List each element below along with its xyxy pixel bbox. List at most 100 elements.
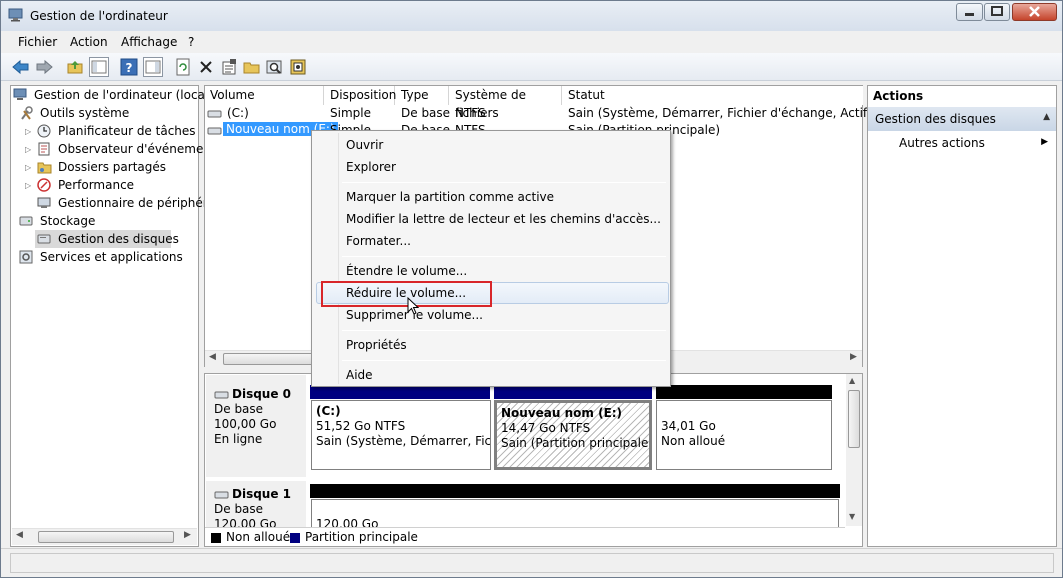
disk-1-label[interactable]: Disque 1 De base 120,00 Go (206, 481, 306, 527)
tree-item-services[interactable]: Services et applications (19, 248, 183, 266)
legend-primary-label: Partition principale (305, 530, 418, 544)
tree-item-label: Services et applications (40, 250, 183, 264)
services-icon (19, 250, 33, 264)
menu-action[interactable]: Action (70, 35, 108, 49)
partition-size: 34,01 Go (661, 419, 716, 433)
collapse-icon[interactable]: ▲ (1043, 112, 1050, 122)
back-icon[interactable] (11, 57, 31, 77)
partition-e-bar (494, 385, 652, 399)
actions-more[interactable]: Autres actions ▶ (868, 134, 1056, 154)
legend-primary-swatch (290, 533, 300, 543)
performance-icon (37, 178, 51, 192)
menu-item-extend[interactable]: Étendre le volume... (346, 264, 467, 278)
tree-item-device-manager[interactable]: Gestionnaire de périphériq (37, 194, 219, 212)
tree-item-task-scheduler[interactable]: Planificateur de tâches (37, 122, 196, 140)
menu-item-format[interactable]: Formater... (346, 234, 411, 248)
scroll-right-icon[interactable]: ▶ (850, 352, 857, 362)
scroll-right-icon[interactable]: ▶ (184, 530, 191, 540)
tree-item-storage[interactable]: Stockage (19, 212, 95, 230)
refresh-icon[interactable] (173, 57, 193, 77)
submenu-arrow-icon: ▶ (1041, 137, 1048, 147)
col-header-status[interactable]: Statut (563, 86, 863, 105)
disk-settings-icon[interactable] (288, 57, 308, 77)
partition-unallocated[interactable]: 34,01 Go Non alloué (656, 400, 832, 470)
partition-name: (C:) (316, 404, 341, 418)
maximize-button[interactable] (984, 3, 1010, 21)
cell-layout: Simple (330, 106, 371, 120)
tree-item-event-viewer[interactable]: Observateur d'événements (37, 140, 222, 158)
help-icon[interactable]: ? (119, 57, 139, 77)
scroll-up-icon[interactable]: ▲ (849, 376, 855, 385)
tree-item-label: Performance (58, 178, 135, 192)
expand-arrow-icon[interactable]: ▷ (25, 145, 31, 154)
expand-arrow-icon[interactable]: ▷ (25, 127, 31, 136)
scroll-thumb[interactable] (848, 390, 860, 448)
show-hide-action-pane-icon[interactable] (143, 57, 163, 77)
menu-item-explore[interactable]: Explorer (346, 160, 396, 174)
actions-pane: Actions Gestion des disques ▲ Autres act… (867, 85, 1057, 547)
disk-icon (214, 491, 229, 498)
partition-size: 14,47 Go NTFS (501, 421, 591, 435)
menu-fichier[interactable]: Fichier (18, 35, 57, 49)
disk-1-partition[interactable]: 120,00 Go (311, 499, 839, 527)
disk-name: Disque 0 (232, 387, 292, 401)
context-menu: Ouvrir Explorer Marquer la partition com… (311, 130, 671, 387)
window-title: Gestion de l'ordinateur (30, 9, 168, 23)
menu-item-open[interactable]: Ouvrir (346, 138, 383, 152)
scroll-left-icon[interactable]: ◀ (209, 352, 216, 362)
tree-item-disk-management[interactable]: Gestion des disques (35, 230, 179, 248)
tree-item-root[interactable]: Gestion de l'ordinateur (local) (13, 86, 213, 104)
disk-size: 100,00 Go (214, 417, 277, 431)
menu-item-change-letter[interactable]: Modifier la lettre de lecteur et les che… (346, 212, 661, 226)
search-icon[interactable] (265, 57, 285, 77)
partition-status: Non alloué (661, 434, 726, 448)
menu-help[interactable]: ? (188, 35, 194, 49)
scroll-left-icon[interactable]: ◀ (16, 530, 23, 540)
app-window: Gestion de l'ordinateur Fichier Action A… (0, 0, 1063, 578)
up-folder-icon[interactable] (65, 57, 85, 77)
col-header-filesystem[interactable]: Système de fichiers (450, 86, 562, 120)
actions-section-disk-management[interactable]: Gestion des disques ▲ (868, 107, 1056, 131)
computer-management-icon (8, 8, 23, 22)
close-button[interactable] (1012, 3, 1057, 21)
disk-1-bar (310, 484, 840, 498)
show-hide-tree-icon[interactable] (89, 57, 109, 77)
forward-icon[interactable] (34, 57, 54, 77)
col-header-volume[interactable]: Volume (205, 86, 324, 105)
col-header-type[interactable]: Type (396, 86, 449, 105)
col-header-layout[interactable]: Disposition (325, 86, 396, 105)
tree-item-system-tools[interactable]: Outils système (19, 104, 129, 122)
menu-item-help[interactable]: Aide (346, 368, 373, 382)
device-manager-icon (37, 197, 51, 208)
tree-item-shared-folders[interactable]: Dossiers partagés (37, 158, 166, 176)
storage-icon (19, 216, 33, 226)
menu-affichage[interactable]: Affichage (121, 35, 177, 49)
partition-status: Sain (Partition principale) (501, 436, 652, 450)
actions-title: Actions (868, 86, 1056, 106)
scroll-thumb[interactable] (223, 353, 323, 365)
scroll-thumb[interactable] (38, 531, 174, 543)
menu-item-mark-active[interactable]: Marquer la partition comme active (346, 190, 554, 204)
menu-separator (342, 360, 666, 361)
tree-horizontal-scrollbar[interactable]: ◀ ▶ (12, 528, 197, 545)
properties-icon[interactable] (219, 57, 239, 77)
scroll-down-icon[interactable]: ▼ (849, 512, 855, 521)
disk-management-icon (37, 234, 51, 244)
disk-0-label[interactable]: Disque 0 De base 100,00 Go En ligne (206, 375, 306, 477)
partition-e-selected[interactable]: Nouveau nom (E:) 14,47 Go NTFS Sain (Par… (494, 400, 652, 470)
menu-separator (342, 330, 666, 331)
shared-folder-icon (37, 162, 52, 174)
delete-icon[interactable] (196, 57, 216, 77)
disk-vertical-scrollbar[interactable]: ▲ ▼ (846, 374, 862, 526)
partition-c[interactable]: (C:) 51,52 Go NTFS Sain (Système, Démarr… (311, 400, 491, 470)
drive-icon (207, 110, 222, 118)
svg-text:?: ? (126, 61, 133, 75)
minimize-button[interactable] (956, 3, 983, 21)
menu-item-properties[interactable]: Propriétés (346, 338, 407, 352)
open-folder-icon[interactable] (242, 57, 262, 77)
cell-filesystem: NTFS (455, 106, 486, 120)
tree-item-performance[interactable]: Performance (37, 176, 134, 194)
disk-type: De base (214, 402, 264, 416)
expand-arrow-icon[interactable]: ▷ (25, 181, 31, 190)
expand-arrow-icon[interactable]: ▷ (25, 163, 31, 172)
